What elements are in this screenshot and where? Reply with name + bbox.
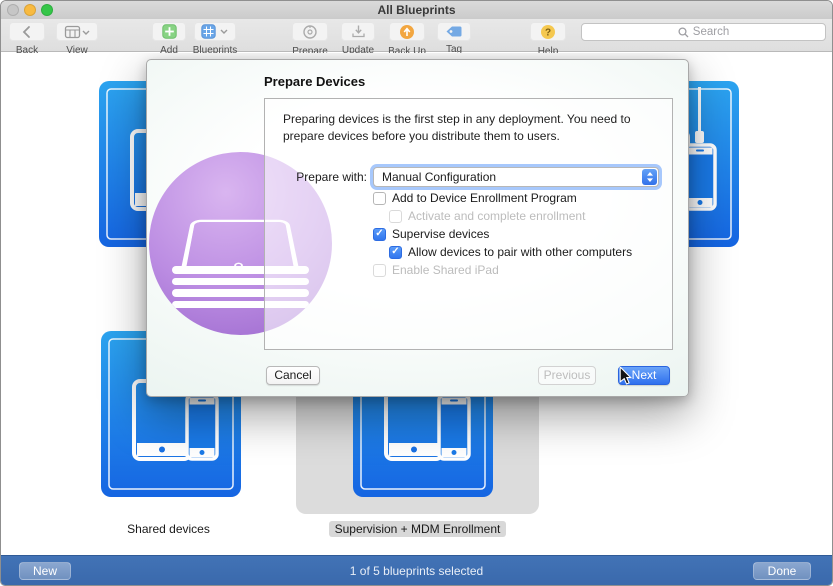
checkbox-box <box>373 228 386 241</box>
back-icon <box>9 22 45 41</box>
search-input[interactable]: Search <box>581 23 826 41</box>
backup-icon <box>389 22 425 41</box>
prepare-with-label: Prepare with: <box>265 167 367 187</box>
checkbox-box <box>389 210 402 223</box>
popup-stepper-icon <box>642 169 657 185</box>
view-icon <box>56 22 98 41</box>
toolbar-button-tag[interactable]: Tag <box>434 22 474 55</box>
zoom-button[interactable] <box>41 4 53 16</box>
toolbar-button-backup[interactable]: Back Up <box>381 22 433 57</box>
titlebar: All Blueprints <box>1 1 832 19</box>
window-title: All Blueprints <box>1 1 832 19</box>
dialog-title: Prepare Devices <box>264 74 365 89</box>
close-button[interactable] <box>7 4 19 16</box>
minimize-button[interactable] <box>24 4 36 16</box>
checkbox-box <box>389 246 402 259</box>
search-placeholder: Search <box>693 26 729 38</box>
status-bar: 1 of 5 blueprints selected New Done <box>1 555 832 585</box>
toolbar-button-help[interactable]: ? Help <box>524 22 572 57</box>
popup-selected-value: Manual Configuration <box>382 168 496 186</box>
checkbox-enable-shared-ipad: Enable Shared iPad <box>373 261 632 279</box>
mouse-cursor <box>617 367 634 385</box>
cancel-button[interactable]: Cancel <box>266 366 320 385</box>
window-controls <box>7 4 53 16</box>
dialog-description: Preparing devices is the first step in a… <box>283 111 663 146</box>
add-icon <box>152 22 186 41</box>
new-blueprint-button[interactable]: New <box>19 562 71 580</box>
blueprint-label-shared-devices[interactable]: Shared devices <box>101 522 236 536</box>
update-icon <box>341 22 375 41</box>
checkbox-group: Add to Device Enrollment Program Activat… <box>373 189 632 279</box>
prepare-icon <box>292 22 328 41</box>
toolbar-button-blueprints[interactable]: Blueprints <box>187 22 243 56</box>
prepare-devices-dialog: Prepare Devices Preparing devices is the… <box>146 59 689 397</box>
checkbox-box <box>373 264 386 277</box>
help-icon: ? <box>530 22 566 41</box>
checkbox-add-to-dep[interactable]: Add to Device Enrollment Program <box>373 189 632 207</box>
toolbar-button-view[interactable]: View <box>55 22 99 56</box>
app-window: All Blueprints Back View <box>0 0 833 586</box>
content-area: Shared devices Supervision + MDM Enrollm… <box>1 53 832 555</box>
checkbox-supervise-devices[interactable]: Supervise devices <box>373 225 632 243</box>
toolbar: Back View Add <box>1 19 832 52</box>
tag-icon <box>437 22 471 41</box>
selection-status: 1 of 5 blueprints selected <box>1 556 832 586</box>
toolbar-button-back[interactable]: Back <box>7 22 47 56</box>
done-button[interactable]: Done <box>753 562 811 580</box>
previous-button: Previous <box>538 366 596 385</box>
blueprint-label-supervision-mdm[interactable]: Supervision + MDM Enrollment <box>296 522 539 536</box>
blueprints-icon <box>194 22 236 41</box>
checkbox-allow-pairing[interactable]: Allow devices to pair with other compute… <box>389 243 632 261</box>
dialog-panel: Preparing devices is the first step in a… <box>264 98 673 350</box>
checkbox-activate-enrollment: Activate and complete enrollment <box>389 207 632 225</box>
svg-text:?: ? <box>545 27 551 38</box>
search-icon <box>678 27 689 38</box>
toolbar-button-update[interactable]: Update <box>336 22 380 56</box>
toolbar-button-add[interactable]: Add <box>147 22 191 56</box>
checkbox-box <box>373 192 386 205</box>
toolbar-button-prepare[interactable]: Prepare <box>286 22 334 57</box>
prepare-with-popup[interactable]: Manual Configuration <box>373 167 659 187</box>
